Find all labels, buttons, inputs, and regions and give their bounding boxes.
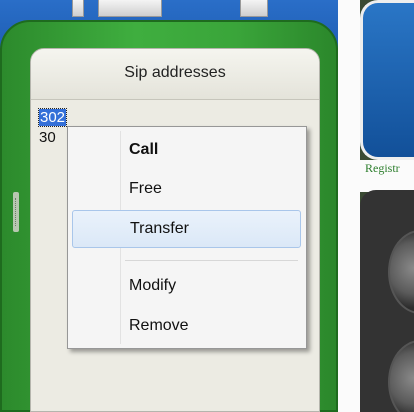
right-divider [338, 0, 360, 412]
menu-item-modify[interactable]: Modify [72, 267, 301, 305]
top-tab-right[interactable] [240, 0, 268, 17]
list-item[interactable]: 30 [39, 129, 56, 146]
menu-item-free[interactable]: Free [72, 170, 301, 208]
context-menu: Call Free Transfer Modify Remove [67, 126, 307, 349]
dial-knob[interactable] [388, 340, 414, 412]
top-tab-left[interactable] [72, 0, 84, 17]
registration-status: Registr [365, 161, 400, 175]
top-tab-middle[interactable] [98, 0, 162, 17]
panel-title: Sip addresses [31, 49, 319, 100]
dial-panel [360, 190, 414, 412]
list-item[interactable]: 302 [37, 108, 68, 127]
menu-item-call[interactable]: Call [72, 131, 301, 169]
menu-separator [125, 260, 298, 261]
menu-item-remove[interactable]: Remove [72, 307, 301, 345]
panel-resize-handle[interactable] [13, 192, 19, 232]
menu-item-transfer[interactable]: Transfer [72, 210, 301, 248]
right-display-panel [360, 0, 414, 160]
dial-knob[interactable] [388, 230, 414, 314]
